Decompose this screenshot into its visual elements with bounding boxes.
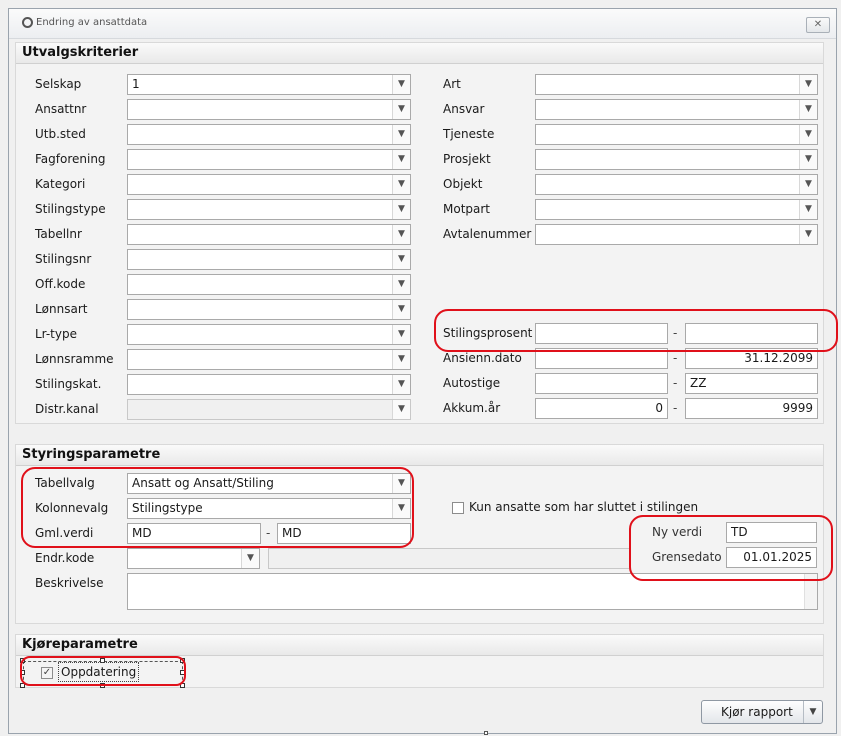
fagforening-label: Fagforening xyxy=(35,152,106,166)
lønnsart-select[interactable]: ▼ xyxy=(127,299,411,320)
autostige-from-input[interactable] xyxy=(535,373,668,394)
prosjekt-label: Prosjekt xyxy=(443,152,491,166)
stilingsnr-select[interactable]: ▼ xyxy=(127,249,411,270)
lønnsart-label: Lønnsart xyxy=(35,302,88,316)
selskap-select[interactable]: 1 ▼ xyxy=(127,74,411,95)
stilingsnr-label: Stilingsnr xyxy=(35,252,92,266)
avtalenummer-select[interactable]: ▼ xyxy=(535,224,818,245)
resize-grip-icon[interactable] xyxy=(484,731,488,735)
avtalenummer-label: Avtalenummer xyxy=(443,227,532,241)
kategori-label: Kategori xyxy=(35,177,86,191)
prosjekt-select[interactable]: ▼ xyxy=(535,149,818,170)
stilingskat-select[interactable]: ▼ xyxy=(127,374,411,395)
akkum-r-to-input[interactable]: 9999 xyxy=(685,398,818,419)
art-select[interactable]: ▼ xyxy=(535,74,818,95)
tabellnr-label: Tabellnr xyxy=(35,227,82,241)
stilingstype-select[interactable]: ▼ xyxy=(127,199,411,220)
stilingskat-label: Stilingskat. xyxy=(35,377,102,391)
kjor-rapport-button[interactable]: Kjør rapport ▼ xyxy=(701,700,823,724)
ansvar-select[interactable]: ▼ xyxy=(535,99,818,120)
ansattnr-select[interactable]: ▼ xyxy=(127,99,411,120)
autostige-to-input[interactable]: ZZ xyxy=(685,373,818,394)
motpart-label: Motpart xyxy=(443,202,491,216)
fagforening-select[interactable]: ▼ xyxy=(127,149,411,170)
highlight-oppdatering xyxy=(20,656,186,686)
art-label: Art xyxy=(443,77,461,91)
kun-sluttet-checkbox[interactable] xyxy=(452,502,464,514)
window-title: Endring av ansattdata xyxy=(36,17,148,28)
lønnsramme-label: Lønnsramme xyxy=(35,352,114,366)
chevron-down-icon[interactable]: ▼ xyxy=(392,225,410,244)
lønnsramme-select[interactable]: ▼ xyxy=(127,349,411,370)
akkum-r-from-input[interactable]: 0 xyxy=(535,398,668,419)
utb-sted-label: Utb.sted xyxy=(35,127,86,141)
lr-type-label: Lr-type xyxy=(35,327,77,341)
chevron-down-icon[interactable]: ▼ xyxy=(799,200,817,219)
off-kode-label: Off.kode xyxy=(35,277,86,291)
autostige-label: Autostige xyxy=(443,376,501,390)
tabellnr-select[interactable]: ▼ xyxy=(127,224,411,245)
motpart-select[interactable]: ▼ xyxy=(535,199,818,220)
highlight-ny-verdi xyxy=(629,515,833,581)
chevron-down-icon[interactable]: ▼ xyxy=(392,300,410,319)
akkum-r-label: Akkum.år xyxy=(443,401,501,415)
kategori-select[interactable]: ▼ xyxy=(127,174,411,195)
endr-kode-label: Endr.kode xyxy=(35,551,95,565)
stilingstype-label: Stilingstype xyxy=(35,202,106,216)
utb-sted-select[interactable]: ▼ xyxy=(127,124,411,145)
distr-kanal-select[interactable]: ▼ xyxy=(127,399,411,420)
app-icon xyxy=(22,17,33,28)
objekt-label: Objekt xyxy=(443,177,483,191)
ansattnr-label: Ansattnr xyxy=(35,102,87,116)
chevron-down-icon[interactable]: ▼ xyxy=(392,175,410,194)
chevron-down-icon[interactable]: ▼ xyxy=(392,375,410,394)
chevron-down-icon[interactable]: ▼ xyxy=(392,125,410,144)
chevron-down-icon[interactable]: ▼ xyxy=(392,350,410,369)
range-separator: - xyxy=(673,401,678,415)
utvalg-header: Utvalgskriterier xyxy=(16,43,823,64)
styring-header: Styringsparametre xyxy=(16,445,823,466)
ansvar-label: Ansvar xyxy=(443,102,485,116)
chevron-down-icon[interactable]: ▼ xyxy=(392,200,410,219)
range-separator: - xyxy=(673,376,678,390)
chevron-down-icon[interactable]: ▼ xyxy=(799,125,817,144)
chevron-down-icon[interactable]: ▼ xyxy=(392,100,410,119)
selskap-value: 1 xyxy=(132,77,140,91)
chevron-down-icon[interactable]: ▼ xyxy=(392,250,410,269)
distr-kanal-label: Distr.kanal xyxy=(35,402,99,416)
lr-type-select[interactable]: ▼ xyxy=(127,324,411,345)
chevron-down-icon[interactable]: ▼ xyxy=(392,325,410,344)
highlight-tabellvalg xyxy=(21,467,414,548)
kjor-rapport-label: Kjør rapport xyxy=(721,705,793,719)
close-button[interactable]: ✕ xyxy=(806,17,830,33)
chevron-down-icon[interactable]: ▼ xyxy=(799,225,817,244)
endr-kode-description xyxy=(268,548,630,569)
chevron-down-icon[interactable]: ▼ xyxy=(392,275,410,294)
chevron-down-icon[interactable]: ▼ xyxy=(392,75,410,94)
chevron-down-icon[interactable]: ▼ xyxy=(241,549,259,568)
chevron-down-icon[interactable]: ▼ xyxy=(392,150,410,169)
beskrivelse-label: Beskrivelse xyxy=(35,576,104,590)
chevron-down-icon[interactable]: ▼ xyxy=(799,100,817,119)
kjore-header: Kjøreparametre xyxy=(16,635,823,656)
chevron-down-icon[interactable]: ▼ xyxy=(799,75,817,94)
tjeneste-label: Tjeneste xyxy=(443,127,495,141)
endr-kode-select[interactable]: ▼ xyxy=(127,548,260,569)
chevron-down-icon[interactable]: ▼ xyxy=(803,701,822,723)
objekt-select[interactable]: ▼ xyxy=(535,174,818,195)
chevron-down-icon[interactable]: ▼ xyxy=(799,150,817,169)
off-kode-select[interactable]: ▼ xyxy=(127,274,411,295)
selskap-label: Selskap xyxy=(35,77,82,91)
highlight-stilingsprosent xyxy=(434,309,838,352)
chevron-down-icon[interactable]: ▼ xyxy=(392,400,410,419)
chevron-down-icon[interactable]: ▼ xyxy=(799,175,817,194)
tjeneste-select[interactable]: ▼ xyxy=(535,124,818,145)
